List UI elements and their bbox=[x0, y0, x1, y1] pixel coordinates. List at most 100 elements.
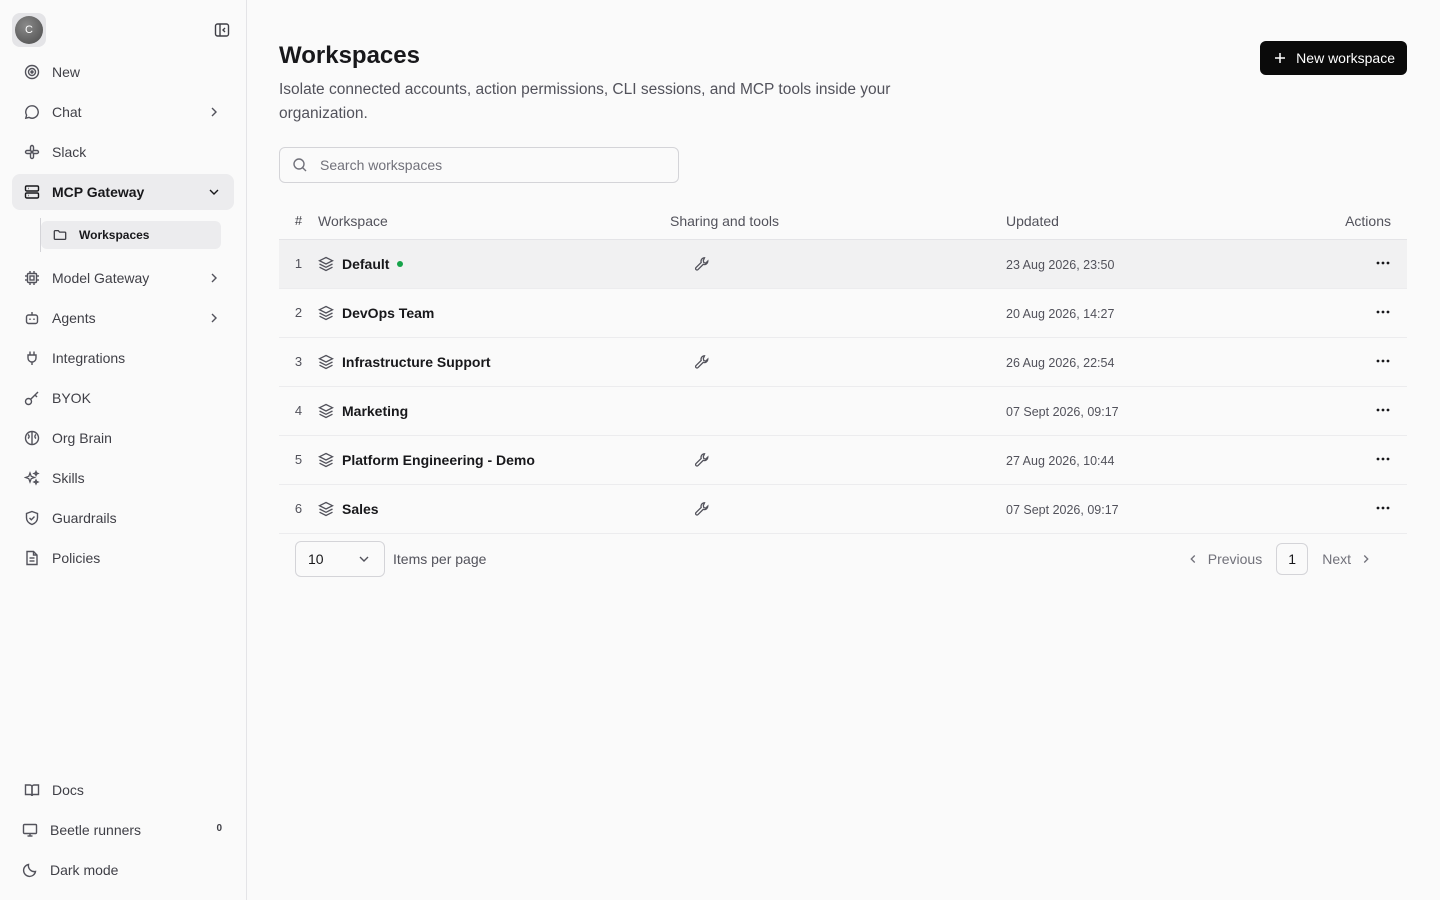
more-actions-icon[interactable] bbox=[1373, 253, 1393, 273]
page-number-current[interactable]: 1 bbox=[1276, 542, 1309, 575]
plug-icon bbox=[24, 350, 40, 366]
sidebar-item-beetle-runners[interactable]: Beetle runners 0 bbox=[12, 812, 234, 848]
folder-icon bbox=[53, 228, 67, 242]
workspace-cell: Marketing bbox=[318, 386, 670, 436]
sidebar-item-agents[interactable]: Agents bbox=[12, 300, 234, 336]
updated-cell: 07 Sept 2026, 09:17 bbox=[1006, 386, 1306, 436]
next-label: Next bbox=[1322, 550, 1351, 567]
pagination: Previous 1 Next bbox=[1180, 542, 1379, 575]
updated-date: 23 Aug 2026, 23:50 bbox=[1006, 257, 1115, 272]
column-header-updated: Updated bbox=[1006, 203, 1306, 240]
chevron-right-icon bbox=[206, 104, 222, 120]
sidebar-item-label: Chat bbox=[52, 104, 82, 120]
wrench-icon[interactable] bbox=[694, 354, 710, 370]
workspace-name[interactable]: Sales bbox=[342, 501, 379, 517]
table-header-row: # Workspace Sharing and tools Updated Ac… bbox=[279, 203, 1407, 240]
more-actions-icon[interactable] bbox=[1373, 302, 1393, 322]
sidebar-item-chat[interactable]: Chat bbox=[12, 94, 234, 130]
workspace-name[interactable]: Infrastructure Support bbox=[342, 354, 491, 370]
layers-icon bbox=[318, 305, 334, 321]
previous-label: Previous bbox=[1207, 550, 1263, 567]
chevron-right-icon bbox=[206, 270, 222, 286]
avatar[interactable]: C bbox=[12, 13, 46, 47]
moon-icon bbox=[22, 862, 38, 878]
search-input[interactable] bbox=[320, 157, 660, 173]
chat-bubble-icon bbox=[24, 104, 40, 120]
sidebar-item-skills[interactable]: Skills bbox=[12, 460, 234, 496]
sharing-cell bbox=[670, 239, 1006, 289]
sharing-cell bbox=[670, 484, 1006, 534]
sidebar-item-label: Skills bbox=[52, 470, 85, 486]
chevron-down-icon bbox=[206, 184, 222, 200]
more-actions-icon[interactable] bbox=[1373, 400, 1393, 420]
sidebar-item-slack[interactable]: Slack bbox=[12, 134, 234, 170]
row-number: 6 bbox=[279, 484, 318, 534]
table-row[interactable]: 4 Marketing 07 Sept 2026, 09:17 bbox=[279, 386, 1407, 436]
more-actions-icon[interactable] bbox=[1373, 449, 1393, 469]
more-actions-icon[interactable] bbox=[1373, 351, 1393, 371]
chevron-right-icon bbox=[1359, 552, 1373, 566]
sidebar-item-guardrails[interactable]: Guardrails bbox=[12, 500, 234, 536]
sharing-cell bbox=[670, 288, 1006, 338]
sidebar-subnav: Workspaces bbox=[40, 218, 234, 252]
workspace-name[interactable]: Platform Engineering - Demo bbox=[342, 452, 535, 468]
sidebar-footer: Docs Beetle runners 0 Dark mode bbox=[12, 772, 234, 888]
sidebar-item-label: New bbox=[52, 64, 81, 80]
per-page-control: 10 Items per page bbox=[295, 540, 486, 577]
sidebar-item-label: Model Gateway bbox=[52, 270, 150, 286]
dark-mode-toggle[interactable]: Dark mode bbox=[12, 852, 234, 888]
sidebar-item-policies[interactable]: Policies bbox=[12, 540, 234, 576]
wrench-icon[interactable] bbox=[694, 452, 710, 468]
sidebar-subitem-workspaces[interactable]: Workspaces bbox=[41, 221, 221, 249]
row-number: 3 bbox=[279, 337, 318, 387]
sidebar-item-label: BYOK bbox=[52, 390, 91, 406]
sidebar-item-byok[interactable]: BYOK bbox=[12, 380, 234, 416]
slack-icon bbox=[24, 144, 40, 160]
workspace-name[interactable]: DevOps Team bbox=[342, 305, 434, 321]
table-row[interactable]: 3 Infrastructure Support 26 Aug 2026, 22:5… bbox=[279, 337, 1407, 387]
bot-icon bbox=[24, 310, 40, 326]
updated-cell: 23 Aug 2026, 23:50 bbox=[1006, 239, 1306, 289]
updated-cell: 07 Sept 2026, 09:17 bbox=[1006, 484, 1306, 534]
sidebar-item-label: Org Brain bbox=[52, 430, 112, 446]
new-workspace-button[interactable]: New workspace bbox=[1260, 41, 1407, 75]
wrench-icon[interactable] bbox=[694, 256, 710, 272]
actions-cell bbox=[1306, 435, 1407, 485]
table-row[interactable]: 5 Platform Engineering - Demo 27 Aug 2026,… bbox=[279, 435, 1407, 485]
sidebar-item-docs[interactable]: Docs bbox=[12, 772, 234, 808]
more-actions-icon[interactable] bbox=[1373, 498, 1393, 518]
updated-cell: 26 Aug 2026, 22:54 bbox=[1006, 337, 1306, 387]
sidebar-toggle-icon[interactable] bbox=[212, 20, 232, 40]
workspace-name[interactable]: Marketing bbox=[342, 403, 408, 419]
workspace-name[interactable]: Default bbox=[342, 256, 389, 272]
table-footer: 10 Items per page Previous 1 Next bbox=[279, 540, 1407, 577]
sidebar-item-integrations[interactable]: Integrations bbox=[12, 340, 234, 376]
sidebar-item-label: Slack bbox=[52, 144, 87, 160]
column-header-sharing: Sharing and tools bbox=[670, 203, 1006, 240]
previous-page-button[interactable]: Previous bbox=[1180, 543, 1268, 575]
sidebar-header: C bbox=[12, 12, 234, 48]
updated-date: 20 Aug 2026, 14:27 bbox=[1006, 306, 1115, 321]
column-header-actions: Actions bbox=[1306, 203, 1407, 240]
sidebar-item-model-gateway[interactable]: Model Gateway bbox=[12, 260, 234, 296]
per-page-select[interactable]: 10 bbox=[295, 540, 385, 577]
runner-count-badge: 0 bbox=[216, 823, 222, 834]
sidebar-item-new[interactable]: New bbox=[12, 54, 234, 90]
main-content: Workspaces Isolate connected accounts, a… bbox=[247, 0, 1440, 900]
workspaces-table: # Workspace Sharing and tools Updated Ac… bbox=[279, 203, 1407, 534]
table-row[interactable]: 1 Default 23 Aug 2026, 23:50 bbox=[279, 239, 1407, 289]
book-icon bbox=[24, 782, 40, 798]
sidebar: C New Chat Slack MCP Gateway Workspaces … bbox=[0, 0, 247, 900]
layers-icon bbox=[318, 354, 334, 370]
sidebar-item-mcp-gateway[interactable]: MCP Gateway bbox=[12, 174, 234, 210]
next-page-button[interactable]: Next bbox=[1316, 543, 1379, 575]
sidebar-item-label: Beetle runners bbox=[50, 822, 142, 838]
row-number: 4 bbox=[279, 386, 318, 436]
sidebar-item-label: Integrations bbox=[52, 350, 126, 366]
updated-date: 07 Sept 2026, 09:17 bbox=[1006, 404, 1119, 419]
table-row[interactable]: 6 Sales 07 Sept 2026, 09:17 bbox=[279, 484, 1407, 534]
table-row[interactable]: 2 DevOps Team 20 Aug 2026, 14:27 bbox=[279, 288, 1407, 338]
target-icon bbox=[24, 64, 40, 80]
wrench-icon[interactable] bbox=[694, 501, 710, 517]
sidebar-item-org-brain[interactable]: Org Brain bbox=[12, 420, 234, 456]
